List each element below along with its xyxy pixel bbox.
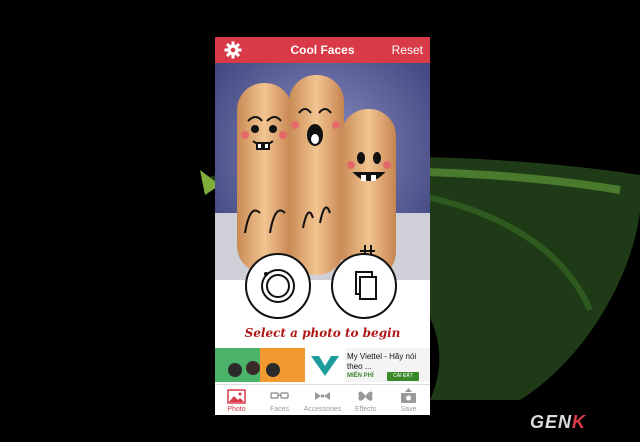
phone-screen: Cool Faces Reset Select a photo to begin… — [215, 37, 430, 415]
reset-button[interactable]: Reset — [392, 43, 423, 57]
glasses-icon — [270, 392, 289, 399]
tab-label: Accessories — [303, 406, 342, 413]
ad-subtitle: theo ... — [347, 362, 372, 371]
tab-label: Faces — [269, 406, 290, 413]
finger-faces-photo — [215, 63, 430, 280]
app-header: Cool Faces Reset — [215, 37, 430, 63]
photo-icon — [227, 389, 246, 404]
ad-title: My Viettel - Hãy nói — [347, 352, 417, 361]
ad-free-label: MIỄN PHÍ — [347, 373, 374, 379]
camera-lens-icon — [261, 269, 295, 303]
tab-save[interactable]: Save — [387, 385, 430, 415]
butterfly-icon — [358, 391, 373, 401]
tab-label: Save — [400, 406, 417, 413]
tab-accessories[interactable]: Accessories — [301, 385, 344, 415]
genk-watermark: GENK — [530, 412, 586, 433]
tab-photo[interactable]: Photo — [215, 385, 258, 415]
save-icon — [401, 388, 416, 403]
photo-stack-icon — [355, 271, 377, 300]
select-photo-prompt: Select a photo to begin — [244, 326, 401, 340]
photo-library-button[interactable] — [331, 253, 397, 319]
watermark-accent: K — [572, 412, 587, 432]
tab-label: Photo — [227, 406, 246, 413]
bowtie-icon — [315, 392, 330, 400]
camera-button[interactable] — [245, 253, 311, 319]
ad-install-button[interactable]: CÀI ĐẶT — [387, 372, 419, 381]
watermark-main: GEN — [530, 412, 573, 432]
tab-faces[interactable]: Faces — [258, 385, 301, 415]
tab-label: Effects — [354, 406, 377, 413]
ad-image — [215, 348, 345, 382]
ad-banner[interactable]: My Viettel - Hãy nói theo ... MIỄN PHÍ C… — [215, 348, 430, 382]
bottom-tab-bar: Photo Faces Accessories Effects Save — [215, 384, 430, 415]
tab-effects[interactable]: Effects — [344, 385, 387, 415]
